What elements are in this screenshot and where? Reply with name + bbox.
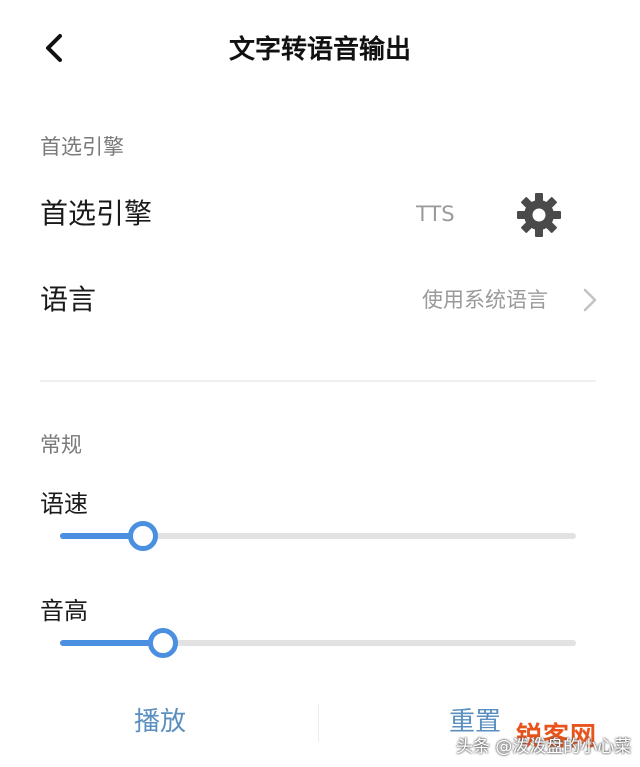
footer-divider [318, 704, 319, 742]
gear-icon[interactable] [516, 192, 562, 238]
slider-thumb[interactable] [128, 521, 158, 551]
speech-rate-slider[interactable] [60, 521, 576, 551]
speech-rate-label: 语速 [40, 490, 88, 518]
chevron-right-icon [583, 288, 597, 312]
preferred-engine-value: TTS [416, 202, 455, 226]
preferred-engine-label: 首选引擎 [40, 197, 153, 230]
section-title-engine: 首选引擎 [40, 135, 124, 159]
language-label: 语言 [40, 283, 97, 316]
app-header: 文字转语音输出 [0, 0, 640, 100]
slider-thumb[interactable] [148, 628, 178, 658]
section-divider [40, 380, 596, 382]
language-row[interactable]: 语言 使用系统语言 [0, 270, 640, 330]
play-button[interactable]: 播放 [60, 700, 260, 744]
pitch-label: 音高 [40, 597, 88, 625]
language-value: 使用系统语言 [422, 288, 548, 312]
preferred-engine-row[interactable]: 首选引擎 TTS [0, 184, 640, 244]
watermark-text: 头条 @泼泼盘的小心菜 [456, 737, 632, 757]
page-title: 文字转语音输出 [228, 35, 411, 65]
pitch-slider[interactable] [60, 628, 576, 658]
watermark: 锐客网 头条 @泼泼盘的小心菜 [456, 722, 636, 762]
section-title-general: 常规 [40, 433, 82, 457]
